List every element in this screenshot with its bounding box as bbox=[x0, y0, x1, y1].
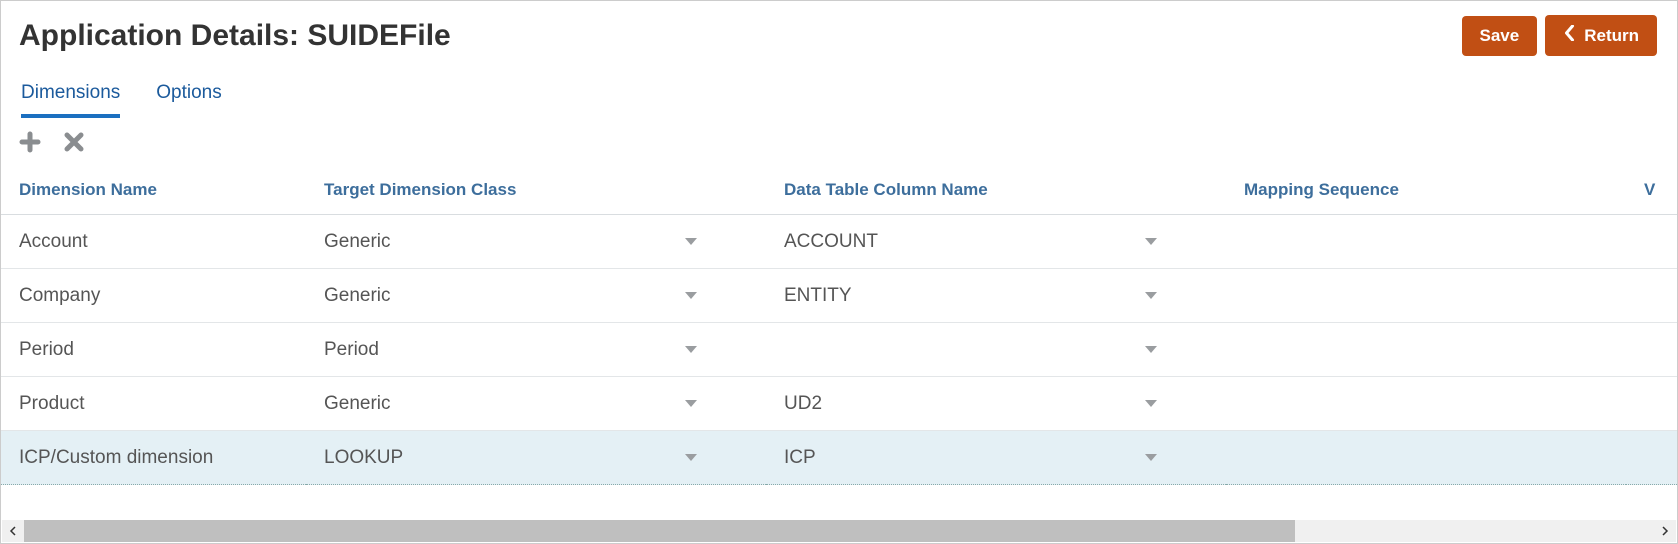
dimension-name-value: Period bbox=[19, 339, 74, 360]
cell-dimension-name[interactable]: Account bbox=[1, 215, 306, 269]
cell-data-table-col[interactable] bbox=[766, 323, 1226, 377]
toolbar bbox=[1, 119, 1677, 166]
dimension-table-wrap: Dimension Name Target Dimension Class Da… bbox=[1, 166, 1677, 485]
col-header-mapping-seq[interactable]: Mapping Sequence bbox=[1226, 166, 1626, 215]
dropdown-caret-icon[interactable] bbox=[1144, 447, 1158, 469]
cell-dimension-name[interactable]: Company bbox=[1, 269, 306, 323]
dropdown-caret-icon[interactable] bbox=[1144, 393, 1158, 415]
cell-target-class[interactable]: Period bbox=[306, 323, 766, 377]
cell-dimension-name[interactable]: ICP/Custom dimension bbox=[1, 431, 306, 485]
tab-options[interactable]: Options bbox=[156, 82, 221, 118]
table-row[interactable]: Product Generic UD2 bbox=[1, 377, 1678, 431]
table-row[interactable]: ICP/Custom dimension LOOKUP ICP bbox=[1, 431, 1678, 485]
scroll-left-arrow-icon[interactable] bbox=[2, 520, 24, 542]
cell-dimension-name[interactable]: Product bbox=[1, 377, 306, 431]
page-title: Application Details: SUIDEFile bbox=[19, 19, 1454, 53]
table-row[interactable]: Period Period bbox=[1, 323, 1678, 377]
add-icon[interactable] bbox=[19, 131, 41, 158]
col-header-end[interactable]: V bbox=[1626, 166, 1678, 215]
dimension-name-value: ICP/Custom dimension bbox=[19, 447, 213, 468]
chevron-left-icon bbox=[1563, 25, 1576, 46]
cell-overflow bbox=[1626, 215, 1678, 269]
dropdown-caret-icon[interactable] bbox=[684, 285, 698, 307]
header: Application Details: SUIDEFile Save Retu… bbox=[1, 1, 1677, 60]
cell-data-table-col[interactable]: ENTITY bbox=[766, 269, 1226, 323]
cell-mapping-seq[interactable] bbox=[1226, 431, 1626, 485]
cell-target-class[interactable]: LOOKUP bbox=[306, 431, 766, 485]
cell-target-class[interactable]: Generic bbox=[306, 215, 766, 269]
cell-overflow bbox=[1626, 323, 1678, 377]
table-row[interactable]: Company Generic ENTITY bbox=[1, 269, 1678, 323]
cell-mapping-seq[interactable] bbox=[1226, 215, 1626, 269]
horizontal-scrollbar[interactable] bbox=[2, 520, 1676, 542]
col-header-target-class[interactable]: Target Dimension Class bbox=[306, 166, 766, 215]
dimension-name-value: Account bbox=[19, 231, 88, 252]
col-header-data-table-col[interactable]: Data Table Column Name bbox=[766, 166, 1226, 215]
table-row[interactable]: Account Generic ACCOUNT bbox=[1, 215, 1678, 269]
cell-mapping-seq[interactable] bbox=[1226, 377, 1626, 431]
dropdown-caret-icon[interactable] bbox=[1144, 285, 1158, 307]
save-button[interactable]: Save bbox=[1462, 16, 1538, 56]
cell-target-class[interactable]: Generic bbox=[306, 269, 766, 323]
cell-target-class[interactable]: Generic bbox=[306, 377, 766, 431]
data-table-col-value: UD2 bbox=[784, 393, 822, 415]
col-header-dimension-name[interactable]: Dimension Name bbox=[1, 166, 306, 215]
dimension-name-value: Company bbox=[19, 285, 100, 306]
cell-data-table-col[interactable]: UD2 bbox=[766, 377, 1226, 431]
dropdown-caret-icon[interactable] bbox=[684, 393, 698, 415]
tab-dimensions[interactable]: Dimensions bbox=[21, 82, 120, 118]
cell-dimension-name[interactable]: Period bbox=[1, 323, 306, 377]
table-header-row: Dimension Name Target Dimension Class Da… bbox=[1, 166, 1678, 215]
dropdown-caret-icon[interactable] bbox=[1144, 339, 1158, 361]
dropdown-caret-icon[interactable] bbox=[684, 231, 698, 253]
cell-mapping-seq[interactable] bbox=[1226, 323, 1626, 377]
target-class-value: LOOKUP bbox=[324, 447, 403, 469]
cell-overflow bbox=[1626, 377, 1678, 431]
save-button-label: Save bbox=[1480, 26, 1520, 46]
scroll-right-arrow-icon[interactable] bbox=[1654, 520, 1676, 542]
dimension-name-value: Product bbox=[19, 393, 84, 414]
cell-data-table-col[interactable]: ACCOUNT bbox=[766, 215, 1226, 269]
cell-data-table-col[interactable]: ICP bbox=[766, 431, 1226, 485]
dropdown-caret-icon[interactable] bbox=[1144, 231, 1158, 253]
target-class-value: Generic bbox=[324, 393, 391, 415]
cell-mapping-seq[interactable] bbox=[1226, 269, 1626, 323]
return-button-label: Return bbox=[1584, 26, 1639, 46]
tabs: Dimensions Options bbox=[1, 60, 1677, 119]
application-details-panel: Application Details: SUIDEFile Save Retu… bbox=[0, 0, 1678, 544]
target-class-value: Period bbox=[324, 339, 379, 361]
target-class-value: Generic bbox=[324, 285, 391, 307]
data-table-col-value: ICP bbox=[784, 447, 816, 469]
scrollbar-track[interactable] bbox=[24, 520, 1654, 542]
target-class-value: Generic bbox=[324, 231, 391, 253]
delete-icon[interactable] bbox=[63, 131, 85, 158]
scrollbar-thumb[interactable] bbox=[24, 520, 1295, 542]
data-table-col-value: ACCOUNT bbox=[784, 231, 878, 253]
data-table-col-value: ENTITY bbox=[784, 285, 852, 307]
dropdown-caret-icon[interactable] bbox=[684, 339, 698, 361]
cell-overflow bbox=[1626, 431, 1678, 485]
return-button[interactable]: Return bbox=[1545, 15, 1657, 56]
cell-overflow bbox=[1626, 269, 1678, 323]
dimension-table: Dimension Name Target Dimension Class Da… bbox=[1, 166, 1678, 485]
dropdown-caret-icon[interactable] bbox=[684, 447, 698, 469]
